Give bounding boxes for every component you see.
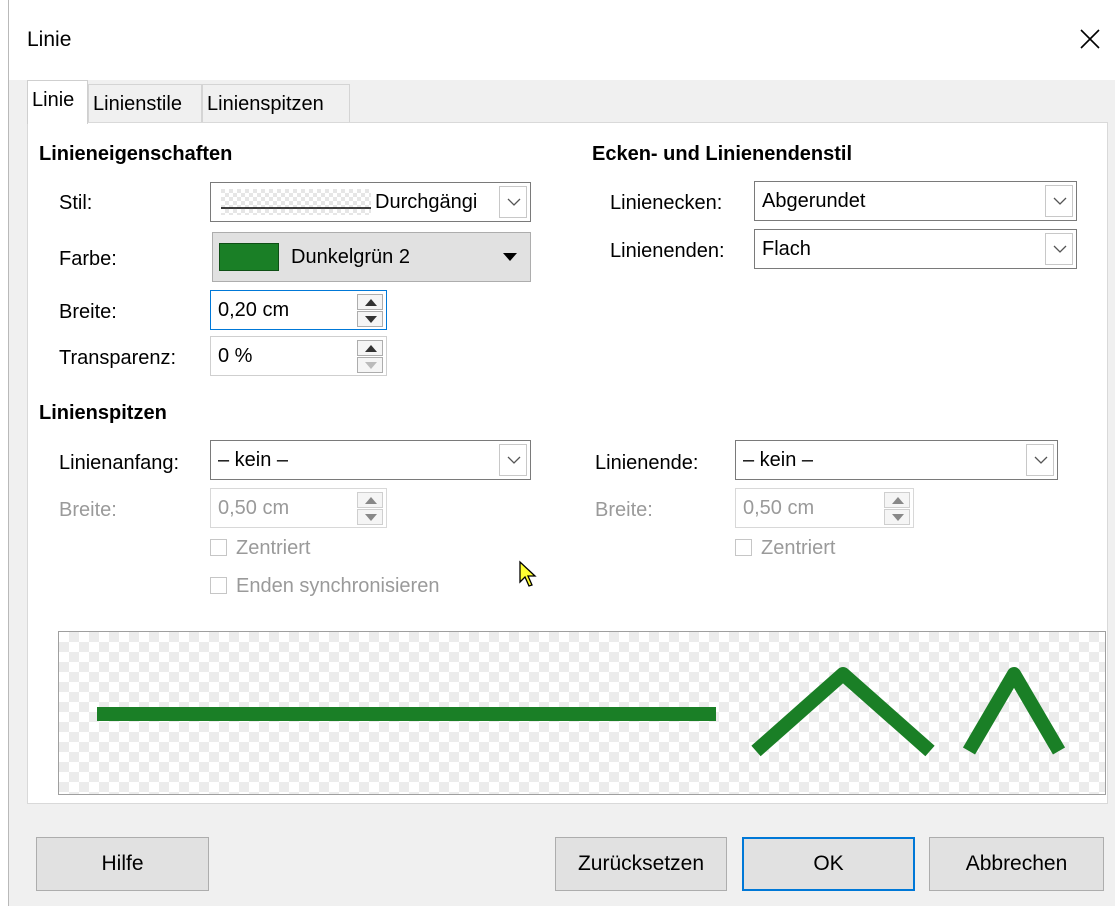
start-width-spinbox[interactable]: 0,50 cm	[210, 488, 387, 528]
line-end-dropdown-button[interactable]	[1026, 444, 1054, 476]
start-width-increment-button[interactable]	[357, 492, 383, 508]
style-value: Durchgängi	[375, 191, 478, 213]
tab-line-label: Linie	[32, 89, 75, 111]
end-width-decrement-button[interactable]	[884, 509, 910, 525]
width-label: Breite:	[59, 301, 117, 323]
reset-button-label: Zurücksetzen	[577, 852, 705, 875]
style-dropdown-button[interactable]	[499, 186, 527, 218]
sync-ends-label: Enden synchronisieren	[236, 575, 440, 597]
color-value: Dunkelgrün 2	[291, 246, 410, 268]
cap-value: Flach	[762, 238, 811, 260]
reset-button[interactable]: Zurücksetzen	[555, 837, 727, 891]
line-style-preview-icon	[221, 189, 371, 215]
end-width-spinbox[interactable]: 0,50 cm	[735, 488, 914, 528]
end-width-increment-button[interactable]	[884, 492, 910, 508]
start-width-value: 0,50 cm	[218, 497, 290, 519]
arrow-up-icon	[892, 497, 904, 504]
color-select[interactable]: Dunkelgrün 2	[212, 232, 531, 282]
tab-arrow-styles[interactable]: Linienspitzen	[202, 84, 350, 122]
tab-line-styles-label: Linienstile	[93, 93, 182, 115]
arrows-heading: Linienspitzen	[39, 402, 167, 424]
corner-label: Linienecken:	[610, 192, 723, 214]
chevron-down-icon	[1053, 245, 1067, 253]
chevron-down-icon	[1053, 197, 1067, 205]
arrow-down-icon	[365, 316, 377, 323]
line-properties-heading: Linieneigenschaften	[39, 143, 233, 165]
transparency-spinbox[interactable]: 0 %	[210, 336, 387, 376]
title-bar: Linie	[9, 0, 1115, 80]
style-label: Stil:	[59, 192, 93, 214]
start-centered-checkbox[interactable]	[210, 539, 227, 556]
line-end-value: – kein –	[743, 449, 814, 471]
chevron-down-icon	[507, 198, 521, 206]
dialog-title: Linie	[27, 28, 72, 51]
chevron-down-icon	[507, 456, 521, 464]
preview-narrow-angle-line	[962, 667, 1066, 755]
corner-dropdown-button[interactable]	[1045, 185, 1073, 217]
line-end-select[interactable]: – kein –	[735, 440, 1058, 480]
width-value: 0,20 cm	[218, 299, 290, 321]
preview-wide-angle-line	[751, 667, 935, 757]
transparency-increment-button[interactable]	[357, 340, 383, 356]
arrow-up-icon	[365, 345, 377, 352]
start-centered-label: Zentriert	[236, 537, 311, 559]
corner-cap-heading: Ecken- und Linienendenstil	[592, 143, 853, 165]
line-start-label: Linienanfang:	[59, 452, 180, 474]
line-end-label: Linienende:	[595, 452, 699, 474]
sync-ends-checkbox[interactable]	[210, 577, 227, 594]
line-start-dropdown-button[interactable]	[499, 444, 527, 476]
help-button[interactable]: Hilfe	[36, 837, 209, 891]
cancel-button[interactable]: Abbrechen	[929, 837, 1104, 891]
arrow-up-icon	[365, 299, 377, 306]
start-width-decrement-button[interactable]	[357, 509, 383, 525]
line-dialog: Linie Linie Linienstile Linienspitzen Li…	[8, 0, 1115, 906]
arrow-up-icon	[365, 497, 377, 504]
width-spinbox[interactable]: 0,20 cm	[210, 290, 387, 330]
width-decrement-button[interactable]	[357, 311, 383, 327]
cap-label: Linienenden:	[610, 240, 725, 262]
arrow-down-icon	[365, 362, 377, 369]
transparency-value: 0 %	[218, 345, 253, 367]
tab-line-styles[interactable]: Linienstile	[88, 84, 202, 122]
mouse-pointer-icon	[519, 560, 537, 587]
chevron-down-icon	[1034, 456, 1048, 464]
arrow-down-icon	[365, 514, 377, 521]
line-preview	[58, 631, 1106, 795]
style-select[interactable]: Durchgängi	[210, 182, 531, 222]
transparency-decrement-button[interactable]	[357, 357, 383, 373]
line-start-select[interactable]: – kein –	[210, 440, 531, 480]
end-centered-checkbox[interactable]	[735, 539, 752, 556]
color-label: Farbe:	[59, 248, 117, 270]
ok-button[interactable]: OK	[742, 837, 915, 891]
preview-lines	[97, 667, 1066, 757]
end-width-value: 0,50 cm	[743, 497, 815, 519]
cancel-button-label: Abbrechen	[965, 852, 1068, 875]
cap-dropdown-button[interactable]	[1045, 233, 1073, 265]
end-width-label: Breite:	[595, 499, 653, 521]
width-increment-button[interactable]	[357, 294, 383, 310]
line-start-value: – kein –	[218, 449, 289, 471]
transparency-label: Transparenz:	[59, 347, 177, 369]
corner-select[interactable]: Abgerundet	[754, 181, 1077, 221]
close-icon[interactable]	[1075, 24, 1105, 54]
tab-line[interactable]: Linie	[27, 80, 88, 124]
arrow-down-icon	[892, 514, 904, 521]
help-button-label: Hilfe	[101, 852, 144, 875]
dropdown-arrow-icon	[503, 253, 517, 261]
corner-value: Abgerundet	[762, 190, 866, 212]
start-width-label: Breite:	[59, 499, 117, 521]
ok-button-label: OK	[813, 852, 844, 875]
color-swatch	[219, 243, 279, 271]
tab-arrow-styles-label: Linienspitzen	[207, 93, 324, 115]
cap-select[interactable]: Flach	[754, 229, 1077, 269]
end-centered-label: Zentriert	[761, 537, 836, 559]
